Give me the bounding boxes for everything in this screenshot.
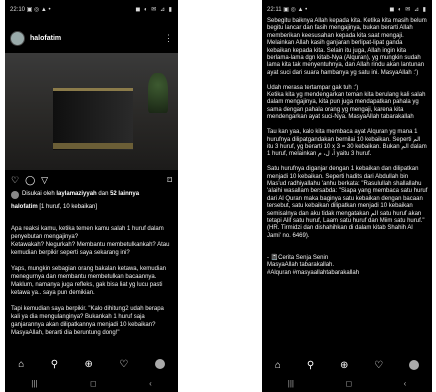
back-icon[interactable]: ‹ bbox=[404, 379, 407, 388]
caption-username[interactable]: halofatim bbox=[11, 204, 38, 210]
bottom-navigation: ⌂ ⚲ ⊕ ♡ bbox=[262, 357, 432, 373]
post-actions: ♡ ◯ ▽ ⌑ bbox=[11, 174, 172, 186]
status-icons: ◼ ◐ ✉ ⊿ ▮ bbox=[135, 6, 173, 13]
back-icon[interactable]: ‹ bbox=[149, 379, 152, 388]
status-bar: 22:11 ▣ ◎ ▲ • ◼ ◐ ✉ ⊿ ▮ bbox=[262, 0, 432, 18]
home-icon[interactable]: ⌂ bbox=[275, 360, 281, 371]
recent-apps-icon[interactable]: ||| bbox=[31, 379, 37, 388]
book-spine-shape bbox=[53, 143, 133, 149]
caption-continuation-text: Sebegitu baiknya Allah kepada kita. Keti… bbox=[267, 18, 428, 276]
status-time: 22:11 ▣ ◎ ▲ • bbox=[267, 6, 308, 13]
phone-screen-right: 22:11 ▣ ◎ ▲ • ◼ ◐ ✉ ⊿ ▮ Sebegitu baiknya… bbox=[262, 0, 432, 392]
post-image[interactable] bbox=[5, 53, 178, 170]
activity-heart-icon[interactable]: ♡ bbox=[374, 360, 383, 371]
liker-avatar bbox=[11, 191, 19, 199]
status-time: 22:10 ▣ ◎ ▲ • bbox=[10, 6, 51, 13]
more-options-icon[interactable]: ⋮ bbox=[164, 33, 173, 44]
status-bar: 22:10 ▣ ◎ ▲ • ◼ ◐ ✉ ⊿ ▮ bbox=[5, 0, 178, 18]
comment-icon[interactable]: ◯ bbox=[25, 175, 35, 186]
android-navigation-bar: ||| ◻ ‹ bbox=[5, 374, 178, 392]
post-username[interactable]: halofatim bbox=[30, 35, 164, 42]
profile-avatar-icon[interactable] bbox=[409, 360, 420, 370]
caption-text: [1 huruf, 10 kebaikan] bbox=[39, 204, 98, 210]
avatar[interactable] bbox=[10, 30, 25, 46]
post-caption-body: Apa reaksi kamu, ketika temen kamu salah… bbox=[11, 226, 170, 336]
add-post-icon[interactable]: ⊕ bbox=[85, 359, 93, 370]
profile-avatar-icon[interactable] bbox=[154, 359, 165, 369]
search-icon[interactable]: ⚲ bbox=[51, 359, 58, 370]
recent-apps-icon[interactable]: ||| bbox=[288, 379, 294, 388]
android-home-icon[interactable]: ◻ bbox=[345, 379, 352, 388]
caption: halofatim [1 huruf, 10 kebaikan] bbox=[11, 203, 172, 211]
home-icon[interactable]: ⌂ bbox=[18, 359, 24, 370]
android-home-icon[interactable]: ◻ bbox=[90, 379, 97, 388]
post-header: halofatim ⋮ bbox=[10, 28, 173, 48]
heart-icon[interactable]: ♡ bbox=[11, 175, 19, 186]
plant-shape bbox=[148, 73, 168, 113]
book-shape bbox=[53, 88, 133, 150]
phone-screen-left: 22:10 ▣ ◎ ▲ • ◼ ◐ ✉ ⊿ ▮ halofatim ⋮ ♡ ◯ … bbox=[5, 0, 178, 392]
bookmark-icon[interactable]: ⌑ bbox=[167, 175, 172, 186]
add-post-icon[interactable]: ⊕ bbox=[340, 360, 348, 371]
share-icon[interactable]: ▽ bbox=[41, 175, 48, 186]
activity-heart-icon[interactable]: ♡ bbox=[119, 359, 128, 370]
bottom-navigation: ⌂ ⚲ ⊕ ♡ bbox=[5, 356, 178, 372]
search-icon[interactable]: ⚲ bbox=[307, 360, 314, 371]
android-navigation-bar: ||| ◻ ‹ bbox=[262, 374, 432, 392]
likes-text: Disukai oleh laylamaziyyah dan 52 lainny… bbox=[22, 191, 140, 197]
status-icons: ◼ ◐ ✉ ⊿ ▮ bbox=[389, 6, 427, 13]
likes-line[interactable]: Disukai oleh laylamaziyyah dan 52 lainny… bbox=[11, 190, 172, 199]
